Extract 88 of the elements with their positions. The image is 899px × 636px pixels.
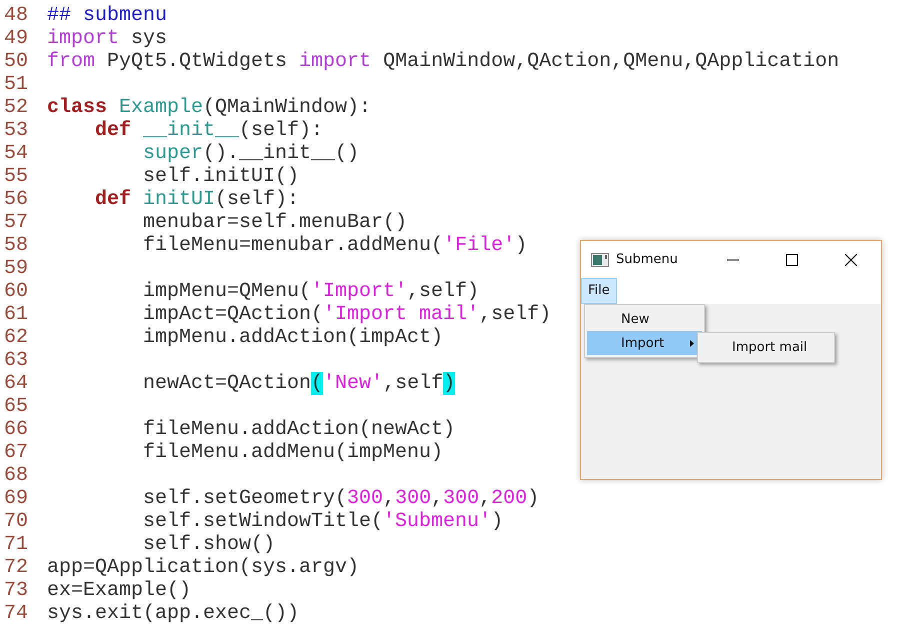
code-text: ,	[383, 487, 396, 510]
line-number: 50	[3, 50, 30, 73]
code-comment: ## submenu	[47, 4, 168, 27]
menu-item[interactable]: Import	[587, 331, 702, 355]
menu-item[interactable]: New	[587, 307, 702, 331]
code-text: newAct=QAction	[143, 372, 312, 395]
string-literal: 'File'	[443, 234, 516, 257]
line-number: 52	[3, 96, 30, 119]
code-text: )	[491, 510, 504, 533]
string-literal: 'Import'	[311, 280, 408, 303]
code-text: (self):	[215, 188, 300, 211]
number-literal: 300	[443, 487, 480, 510]
code-text: impMenu.addAction(impAct)	[143, 326, 444, 349]
code-text: (self):	[239, 119, 324, 142]
line-number: 63	[3, 349, 30, 372]
code-text: impAct=QAction(	[143, 303, 324, 326]
keyword: def	[95, 119, 132, 142]
matched-bracket: (	[311, 372, 324, 395]
line-number: 61	[3, 303, 30, 326]
line-number: 67	[3, 441, 30, 464]
code-text: QMainWindow,QAction,QMenu,QApplication	[383, 50, 840, 73]
line-number: 49	[3, 27, 30, 50]
code-text: ,self)	[479, 303, 552, 326]
code-text: ().__init__()	[203, 142, 360, 165]
line-number: 56	[3, 188, 30, 211]
matched-bracket: )	[443, 372, 456, 395]
string-literal: 'New'	[323, 372, 384, 395]
close-icon[interactable]	[845, 254, 857, 266]
line-number: 71	[3, 533, 30, 556]
string-literal: 'Submenu'	[383, 510, 492, 533]
number-literal: 300	[347, 487, 384, 510]
line-number: 51	[3, 73, 30, 96]
line-number: 58	[3, 234, 30, 257]
line-number: 60	[3, 280, 30, 303]
number-literal: 200	[491, 487, 528, 510]
window-icon	[591, 252, 609, 266]
line-number: 72	[3, 556, 30, 579]
code-text: (QMainWindow):	[203, 96, 372, 119]
code-text: fileMenu=menubar.addMenu(	[143, 234, 444, 257]
code-text: PyQt5.QtWidgets	[107, 50, 288, 73]
line-number: 64	[3, 372, 30, 395]
line-number: 65	[3, 395, 30, 418]
menu-title[interactable]: File	[581, 278, 617, 304]
code-text: sys	[131, 27, 168, 50]
code-text: self.initUI()	[143, 165, 300, 188]
line-number: 54	[3, 142, 30, 165]
line-number: 59	[3, 257, 30, 280]
identifier: Example	[119, 96, 204, 119]
line-number: 70	[3, 510, 30, 533]
code-text: impMenu=QMenu(	[143, 280, 312, 303]
import-keyword: import	[47, 27, 120, 50]
window-title: Submenu	[616, 252, 678, 267]
line-number: 53	[3, 119, 30, 142]
identifier: __init__	[143, 119, 240, 142]
code-text: ,	[479, 487, 492, 510]
code-text: fileMenu.addMenu(impMenu)	[143, 441, 444, 464]
identifier: initUI	[143, 188, 216, 211]
string-literal: 'Import mail'	[323, 303, 480, 326]
code-text: menubar=self.menuBar()	[143, 211, 408, 234]
line-number: 73	[3, 579, 30, 602]
code-text: )	[515, 234, 528, 257]
import-keyword: import	[299, 50, 372, 73]
line-number: 55	[3, 165, 30, 188]
code-text: app=QApplication(sys.argv)	[47, 556, 360, 579]
line-number: 74	[3, 602, 30, 625]
code-text: ,self)	[407, 280, 480, 303]
keyword: class	[47, 96, 108, 119]
keyword: def	[95, 188, 132, 211]
code-text: )	[527, 487, 540, 510]
code-text: self.setGeometry(	[143, 487, 348, 510]
line-number: 68	[3, 464, 30, 487]
line-number: 62	[3, 326, 30, 349]
code-text: ex=Example()	[47, 579, 192, 602]
menu-item[interactable]: Import mail	[700, 335, 832, 360]
number-literal: 300	[395, 487, 432, 510]
code-text: fileMenu.addAction(newAct)	[143, 418, 456, 441]
import-keyword: from	[47, 50, 96, 73]
line-number: 69	[3, 487, 30, 510]
line-number: 66	[3, 418, 30, 441]
code-text: self.setWindowTitle(	[143, 510, 384, 533]
identifier: super	[143, 142, 204, 165]
code-text: ,self	[383, 372, 444, 395]
maximize-icon[interactable]	[786, 254, 798, 266]
code-text: self.show()	[143, 533, 276, 556]
line-number: 57	[3, 211, 30, 234]
code-text: sys.exit(app.exec_())	[47, 602, 300, 625]
line-number: 48	[3, 4, 30, 27]
code-text: ,	[431, 487, 444, 510]
